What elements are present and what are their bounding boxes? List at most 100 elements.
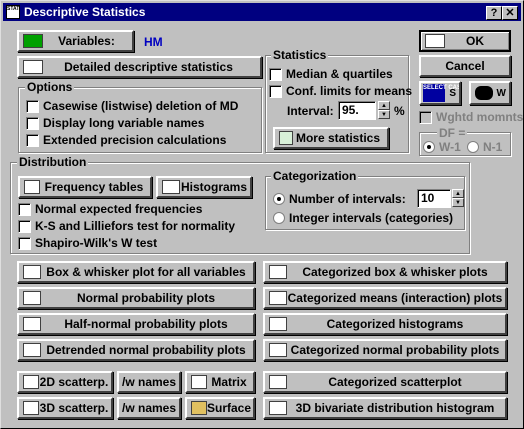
box-whisker-button[interactable]: Box & whisker plot for all variables xyxy=(17,261,255,283)
prob-plot-icon xyxy=(23,317,41,331)
extended-precision-checkbox[interactable]: Extended precision calculations xyxy=(26,133,226,147)
half-normal-button[interactable]: Half-normal probability plots xyxy=(17,313,255,335)
table-icon xyxy=(24,180,40,194)
interval-spinner[interactable]: ▲ ▼ xyxy=(378,101,390,119)
number-intervals-radio[interactable]: Number of intervals: xyxy=(273,192,406,206)
cat-box-whisker-button[interactable]: Categorized box & whisker plots xyxy=(263,261,507,283)
weight-icon xyxy=(475,86,493,100)
summary-icon xyxy=(23,60,43,74)
ks-lilliefors-checkbox[interactable]: K-S and Lilliefors test for normality xyxy=(18,219,235,233)
df-title: DF = xyxy=(437,126,468,140)
bivariate-histogram-button[interactable]: 3D bivariate distribution histogram xyxy=(263,397,507,419)
shapiro-wilk-label: Shapiro-Wilk's W test xyxy=(35,236,158,250)
matrix-button[interactable]: Matrix xyxy=(185,371,255,393)
spin-down-icon[interactable]: ▼ xyxy=(452,198,464,207)
cat-histograms-label: Categorized histograms xyxy=(326,317,464,331)
surface-button[interactable]: Surface xyxy=(185,397,255,419)
ok-button[interactable]: OK xyxy=(419,30,511,52)
detrended-label: Detrended normal probability plots xyxy=(46,343,246,357)
checkbox-box xyxy=(419,110,432,124)
surface-label: Surface xyxy=(206,401,252,415)
cat-histograms-button[interactable]: Categorized histograms xyxy=(263,313,507,335)
prob-plot-icon xyxy=(23,291,41,305)
casewise-label: Casewise (listwise) deletion of MD xyxy=(43,99,239,113)
checkbox-box xyxy=(269,84,282,98)
checkbox-box xyxy=(269,67,282,81)
spin-down-icon[interactable]: ▼ xyxy=(378,110,390,119)
summary-icon xyxy=(425,34,445,48)
variables-button[interactable]: Variables: xyxy=(17,30,134,52)
variables-button-label: Variables: xyxy=(58,34,115,48)
intervals-input[interactable]: 10 xyxy=(417,189,451,208)
select-cases-button[interactable]: SELECT CASES S xyxy=(419,81,461,105)
conf-limits-checkbox[interactable]: Conf. limits for means xyxy=(269,84,412,98)
app-icon: STAT xyxy=(6,5,20,19)
checkbox-box xyxy=(18,202,31,216)
title-bar: STAT Descriptive Statistics ? ✕ xyxy=(3,3,521,21)
distribution-title: Distribution xyxy=(17,155,89,169)
detrended-button[interactable]: Detrended normal probability plots xyxy=(17,339,255,361)
half-normal-label: Half-normal probability plots xyxy=(64,317,228,331)
spin-up-icon[interactable]: ▲ xyxy=(452,189,464,198)
more-statistics-button[interactable]: More statistics xyxy=(273,127,389,149)
intervals-spinner[interactable]: ▲ ▼ xyxy=(452,189,464,207)
window-title: Descriptive Statistics xyxy=(24,5,146,19)
scatter-3d-button[interactable]: 3D scatterp. xyxy=(17,397,113,419)
spin-up-icon[interactable]: ▲ xyxy=(378,101,390,110)
cat-means-button[interactable]: Categorized means (interaction) plots xyxy=(263,287,507,309)
cat-scatterplot-button[interactable]: Categorized scatterplot xyxy=(263,371,507,393)
scatter-3d-label: 3D scatterp. xyxy=(39,401,109,415)
dialog-window: STAT Descriptive Statistics ? ✕ Variable… xyxy=(0,0,524,429)
df-w1-radio[interactable]: W-1 xyxy=(423,140,461,154)
more-statistics-label: More statistics xyxy=(295,131,381,145)
median-checkbox[interactable]: Median & quartiles xyxy=(269,67,393,81)
cat-box-icon xyxy=(269,265,287,279)
integer-intervals-label: Integer intervals (categories) xyxy=(289,211,454,225)
integer-intervals-radio[interactable]: Integer intervals (categories) xyxy=(273,211,453,225)
long-names-checkbox[interactable]: Display long variable names xyxy=(26,116,204,130)
normal-prob-button[interactable]: Normal probability plots xyxy=(17,287,255,309)
normal-expected-checkbox[interactable]: Normal expected frequencies xyxy=(18,202,202,216)
weight-w: W xyxy=(496,87,506,99)
scatter-2d-label: 2D scatterp. xyxy=(39,375,109,389)
scatter-3d-names-button[interactable]: /w names xyxy=(117,397,181,419)
weighted-moments-checkbox[interactable]: Wghtd momnts xyxy=(419,110,523,124)
df-n1-radio[interactable]: N-1 xyxy=(467,140,502,154)
scatter-2d-names-button[interactable]: /w names xyxy=(117,371,181,393)
box-whisker-label: Box & whisker plot for all variables xyxy=(46,265,246,279)
frequency-tables-label: Frequency tables xyxy=(44,180,144,194)
help-button[interactable]: ? xyxy=(486,6,502,20)
statistics-title: Statistics xyxy=(271,48,329,62)
scatter-3d-icon xyxy=(23,401,39,415)
matrix-icon xyxy=(191,375,207,389)
checkbox-box xyxy=(18,236,31,250)
histograms-label: Histograms xyxy=(180,180,248,194)
cat-means-label: Categorized means (interaction) plots xyxy=(287,291,503,305)
long-names-label: Display long variable names xyxy=(43,116,205,130)
bivariate-icon xyxy=(269,401,287,415)
casewise-checkbox[interactable]: Casewise (listwise) deletion of MD xyxy=(26,99,238,113)
selected-variables: HM xyxy=(144,35,163,49)
interval-input[interactable]: 95. xyxy=(338,101,376,120)
shapiro-wilk-checkbox[interactable]: Shapiro-Wilk's W test xyxy=(18,236,157,250)
checkbox-box xyxy=(26,133,39,147)
df-w1-label: W-1 xyxy=(439,140,461,154)
radio-dot xyxy=(467,141,479,153)
conf-limits-label: Conf. limits for means xyxy=(286,84,413,98)
checkbox-box xyxy=(18,219,31,233)
cancel-button[interactable]: Cancel xyxy=(419,55,511,77)
cat-histogram-icon xyxy=(269,317,287,331)
bivariate-histogram-label: 3D bivariate distribution histogram xyxy=(295,401,495,415)
detailed-stats-label: Detailed descriptive statistics xyxy=(64,60,233,74)
cat-normal-prob-button[interactable]: Categorized normal probability plots xyxy=(263,339,507,361)
histograms-button[interactable]: Histograms xyxy=(156,176,252,198)
checkbox-box xyxy=(26,99,39,113)
close-button[interactable]: ✕ xyxy=(502,6,518,20)
radio-dot xyxy=(423,141,435,153)
detailed-stats-button[interactable]: Detailed descriptive statistics xyxy=(17,56,262,78)
frequency-tables-button[interactable]: Frequency tables xyxy=(18,176,152,198)
weight-button[interactable]: W xyxy=(469,81,511,105)
normal-prob-label: Normal probability plots xyxy=(76,291,215,305)
median-label: Median & quartiles xyxy=(286,67,393,81)
scatter-2d-button[interactable]: 2D scatterp. xyxy=(17,371,113,393)
